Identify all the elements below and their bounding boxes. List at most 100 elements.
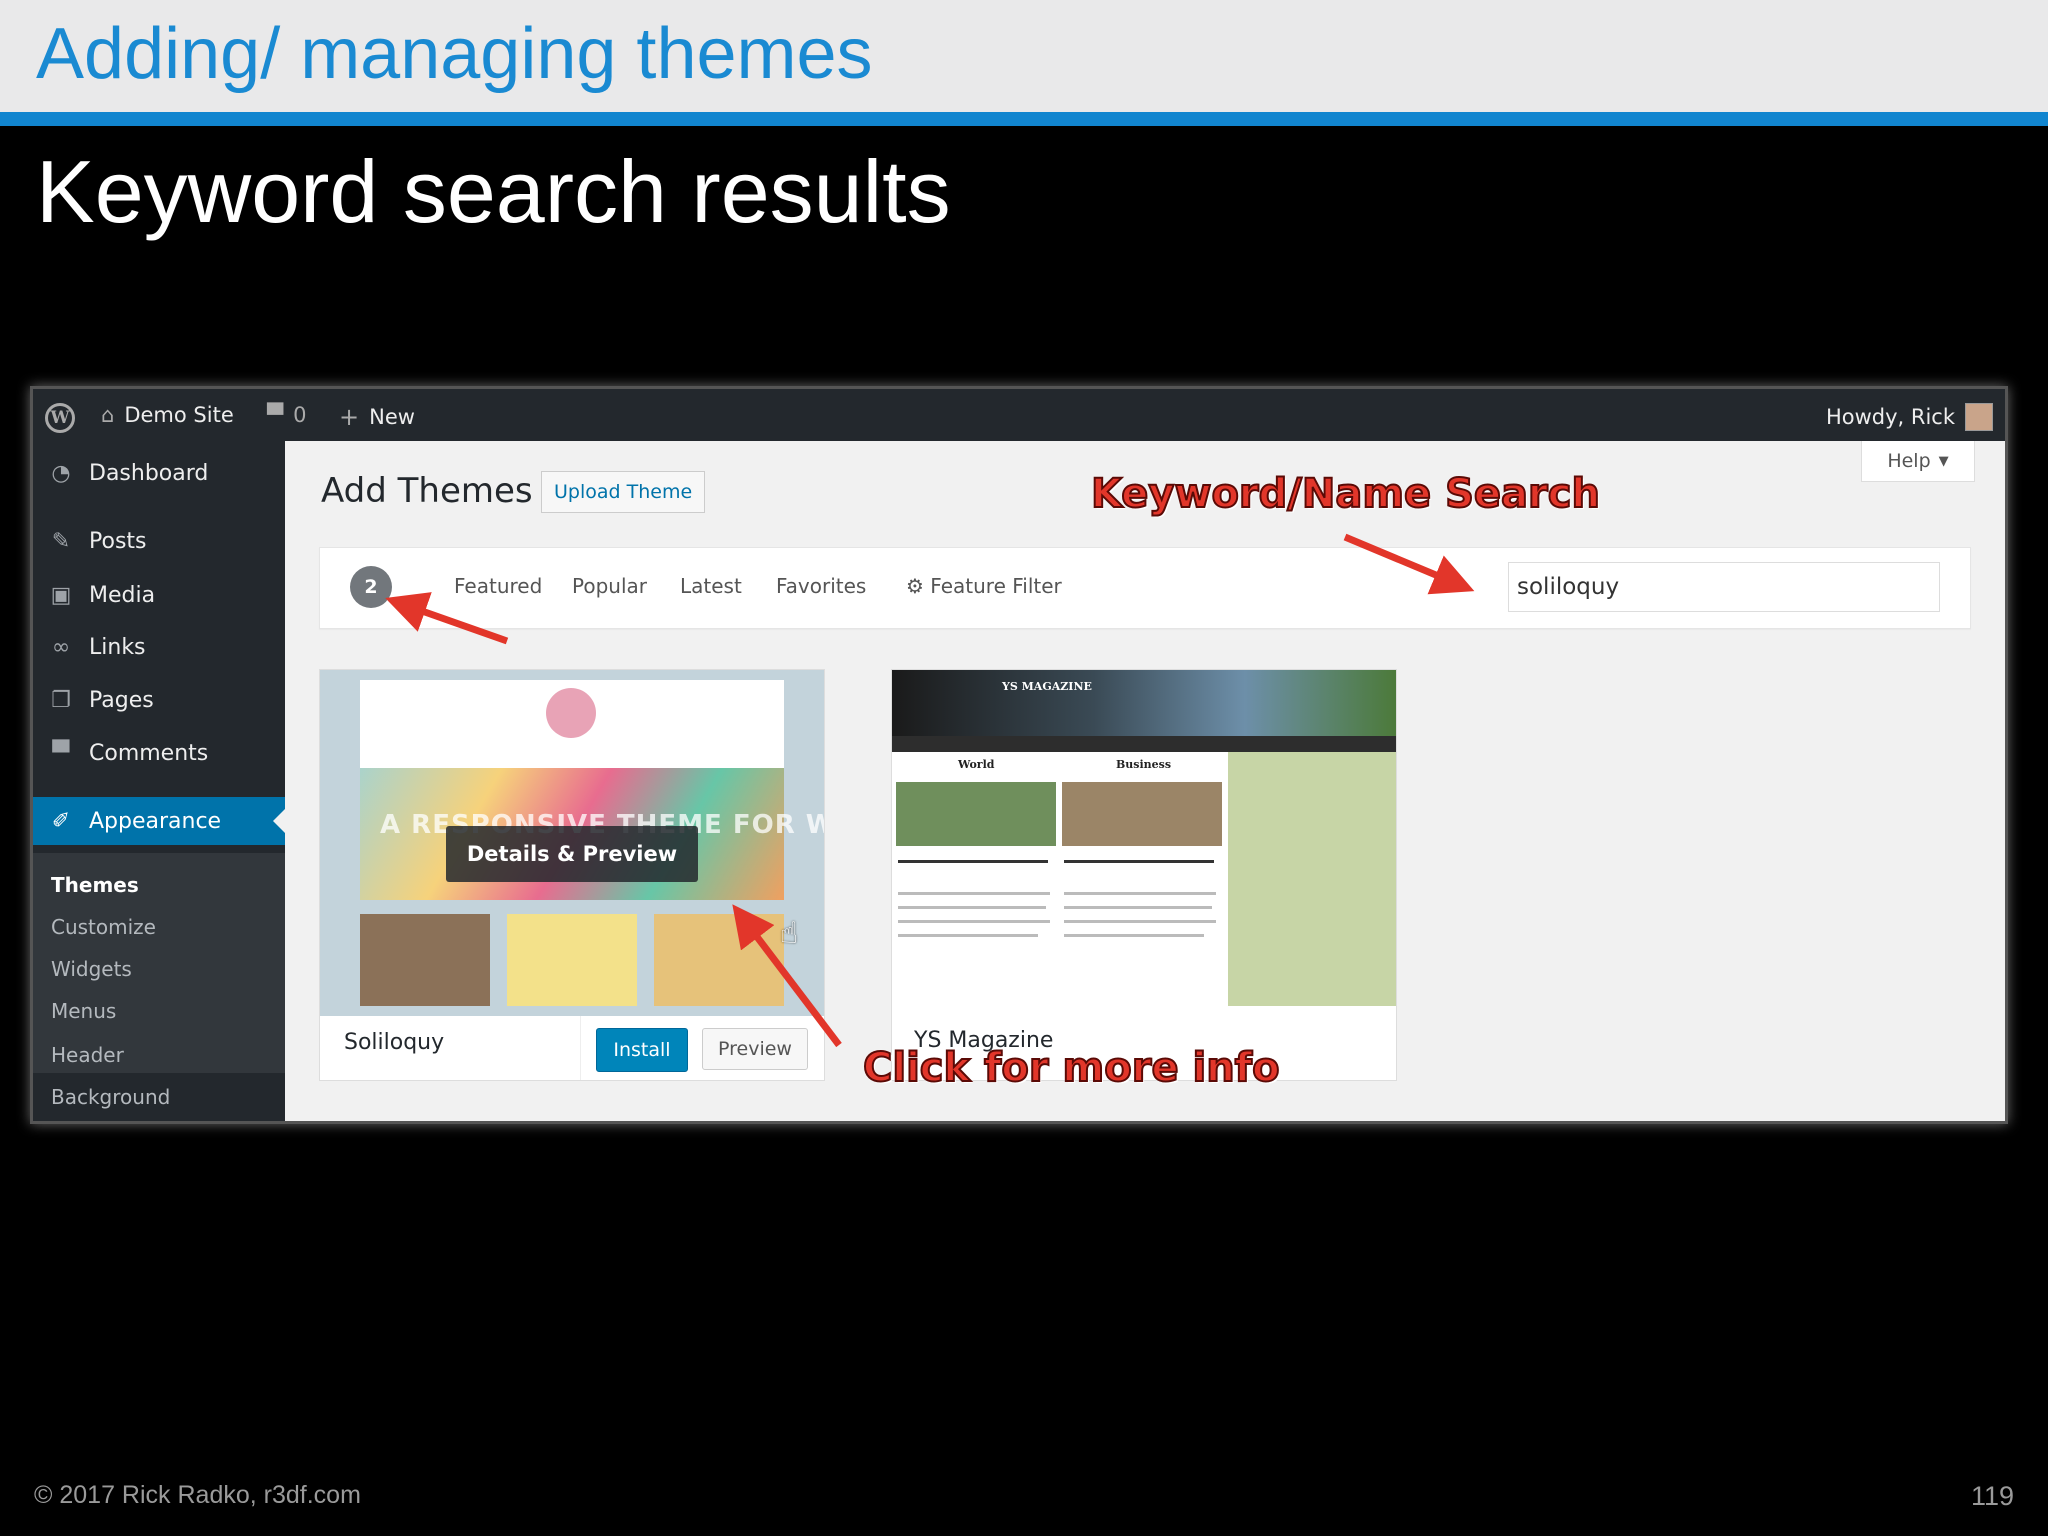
text-line [1064,906,1212,909]
tab-popular[interactable]: Popular [572,574,647,598]
thumbnail-image [507,914,637,1006]
text-line [898,934,1038,937]
gear-icon: ⚙ [906,574,924,598]
thumbnail-image [654,914,784,1006]
sidebar-item-comments[interactable]: ▀ Comments [33,729,285,777]
text-line [1064,920,1216,923]
new-content-link[interactable]: + New [339,403,415,431]
comment-icon: ▀ [52,740,70,766]
header-accent-bar [0,112,2048,126]
home-icon: ⌂ [101,403,115,427]
theme-name: Soliloquy [344,1030,445,1055]
main-content: Add Themes Upload Theme Help ▼ 2 Feature… [285,441,2005,1121]
sidebar-item-appearance[interactable]: ✐ Appearance [33,797,285,845]
caret-down-icon: ▼ [1938,453,1949,469]
column-heading: Business [1116,758,1172,771]
sidebar-item-label: Comments [89,740,209,766]
appearance-submenu: Themes Customize Widgets Menus Header Ba… [33,853,285,1109]
theme-screenshot-soliloquy[interactable]: A RESPONSIVE THEME FOR WORDPRESS Details… [320,670,824,1016]
sidebar-item-pages[interactable]: ❐ Pages [33,676,285,724]
preview-button[interactable]: Preview [702,1028,808,1070]
wordpress-logo-icon: W [45,403,75,433]
tab-featured[interactable]: Featured [454,574,542,598]
theme-preview-sidebar [1228,752,1396,1006]
theme-filter-bar: 2 Featured Popular Latest Favorites ⚙ Fe… [319,547,1971,629]
brush-icon: ✐ [51,808,71,834]
article-image [896,782,1056,846]
sidebar-item-label: Pages [89,687,154,713]
sidebar-item-dashboard[interactable]: ◔ Dashboard [33,449,285,497]
site-name: Demo Site [124,403,234,427]
comments-link[interactable]: ▀ 0 [267,403,307,427]
text-line [898,860,1048,863]
result-count-badge: 2 [350,566,392,608]
site-name-link[interactable]: ⌂ Demo Site [101,403,234,427]
pin-icon: ✎ [51,528,71,554]
link-icon: ∞ [51,634,71,660]
theme-card-soliloquy[interactable]: A RESPONSIVE THEME FOR WORDPRESS Details… [319,669,825,1081]
wordpress-screenshot: W ⌂ Demo Site ▀ 0 + New Howdy, Rick ◔ Das… [30,386,2008,1124]
sidebar-item-label: Posts [89,528,147,554]
sidebar-item-links[interactable]: ∞ Links [33,623,285,671]
admin-sidebar: ◔ Dashboard ✎ Posts ▣ Media ∞ Links ❐ Pages ▀… [33,441,285,1121]
text-line [898,906,1046,909]
sidebar-item-label: Links [89,634,146,660]
sidebar-item-label: Media [89,582,156,608]
text-line [1064,860,1214,863]
submenu-widgets[interactable]: Widgets [51,957,132,981]
account-menu[interactable]: Howdy, Rick [1826,403,1993,431]
dashboard-icon: ◔ [51,460,71,486]
submenu-menus[interactable]: Menus [51,999,116,1023]
text-line [898,920,1050,923]
pages-icon: ❐ [51,687,71,713]
column-heading: World [958,758,995,771]
new-label: New [369,405,415,429]
upload-theme-button[interactable]: Upload Theme [541,471,706,513]
details-preview-button[interactable]: Details & Preview [446,826,698,882]
slide-subtitle: Keyword search results [36,142,951,241]
theme-screenshot-ys-magazine[interactable]: YS MAGAZINE World Business [892,670,1396,1006]
slide-header: Adding/ managing themes [0,0,2048,126]
tab-feature-filter[interactable]: ⚙ Feature Filter [906,574,1062,598]
tab-latest[interactable]: Latest [680,574,742,598]
theme-preview-header [892,670,1396,736]
annotation-keyword-search: Keyword/Name Search [1090,470,1601,518]
magazine-title: YS MAGAZINE [1002,680,1092,693]
submenu-background[interactable]: Background [51,1085,170,1109]
footer-copyright: © 2017 Rick Radko, r3df.com [34,1481,361,1509]
theme-logo-icon [546,688,596,738]
admin-bar: W ⌂ Demo Site ▀ 0 + New Howdy, Rick [33,389,2005,441]
sidebar-item-posts[interactable]: ✎ Posts [33,517,285,565]
article-image [1062,782,1222,846]
page-title: Add Themes [321,471,533,511]
text-line [1064,892,1216,895]
annotation-more-info: Click for more info [862,1044,1281,1092]
sidebar-item-label: Dashboard [89,460,209,486]
submenu-customize[interactable]: Customize [51,915,156,939]
sidebar-item-label: Appearance [89,808,222,834]
submenu-themes[interactable]: Themes [51,873,139,897]
media-icon: ▣ [50,582,72,608]
theme-preview-nav [892,736,1396,752]
tab-favorites[interactable]: Favorites [776,574,866,598]
comment-icon: ▀ [267,403,284,427]
submenu-header[interactable]: Header [51,1043,124,1067]
theme-search-input[interactable]: soliloquy [1508,562,1940,612]
greeting: Howdy, Rick [1825,405,1955,429]
text-line [898,892,1050,895]
page-number: 119 [1970,1481,2014,1511]
help-label: Help [1887,450,1931,472]
hand-cursor-icon: ☝ [780,916,799,951]
help-button[interactable]: Help ▼ [1861,441,1975,482]
install-button[interactable]: Install [596,1028,688,1072]
plus-icon: + [339,403,360,431]
avatar [1965,403,1993,431]
comments-count: 0 [293,403,307,427]
feature-filter-label: Feature Filter [930,574,1062,598]
theme-card-ys-magazine[interactable]: YS MAGAZINE World Business YS Magazine [891,669,1397,1081]
sidebar-item-media[interactable]: ▣ Media [33,571,285,619]
text-line [1064,934,1204,937]
thumbnail-image [360,914,490,1006]
wordpress-logo-button[interactable]: W [45,403,75,433]
slide-title: Adding/ managing themes [36,14,873,94]
